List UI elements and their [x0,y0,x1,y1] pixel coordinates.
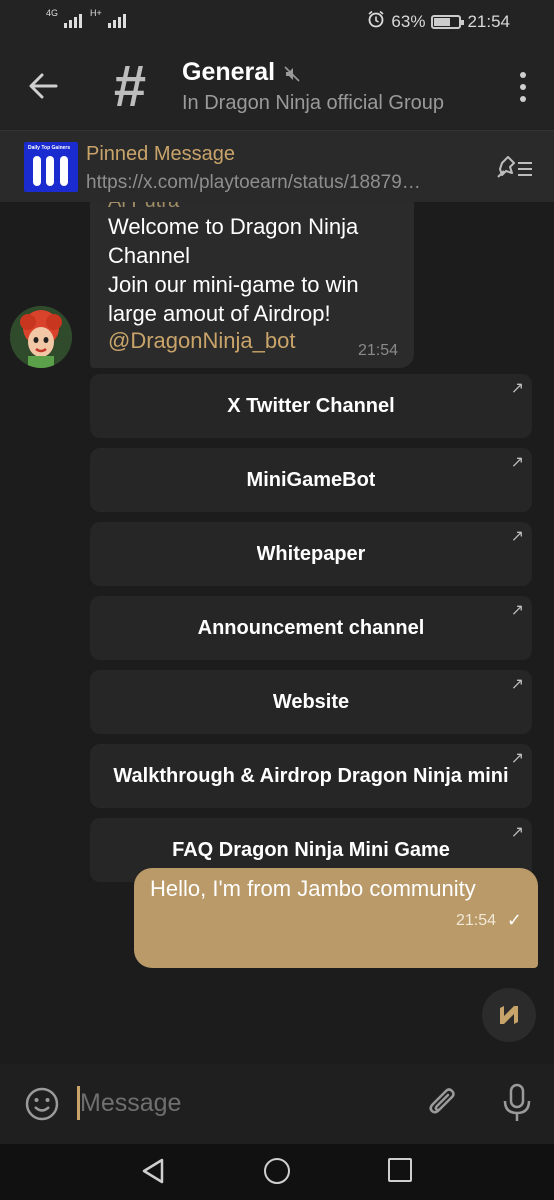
nav-home-icon[interactable] [264,1158,290,1184]
inline-keyboard-button-label: FAQ Dragon Ninja Mini Game [172,838,450,861]
pinned-label: Pinned Message [86,143,235,165]
more-options-icon[interactable] [518,72,528,102]
read-check-icon: ✓ [506,910,522,930]
external-link-icon: ↗ [510,824,524,841]
back-arrow-icon[interactable] [26,66,60,106]
incoming-message-bubble[interactable]: Al Putra Welcome to Dragon Ninja Channel… [90,202,414,368]
message-input[interactable] [80,1082,400,1124]
channel-hash-icon[interactable]: # [104,52,156,122]
bot-app-button[interactable] [482,988,536,1042]
network-type-label: 4G [46,8,59,18]
inline-keyboard-button-label: MiniGameBot [246,468,376,491]
pinned-thumbnail: Daily Top Gainers [24,142,78,192]
alarm-icon [367,10,385,33]
chat-header: # General In Dragon Ninja official Group [0,44,554,130]
inline-keyboard-button-label: Whitepaper [256,542,366,565]
pinned-message-bar[interactable]: Daily Top Gainers Pinned Message https:/… [0,130,554,202]
inline-keyboard-button-label: X Twitter Channel [227,394,395,417]
pinned-thumbnail-text: Daily Top Gainers [28,145,71,151]
sender-avatar[interactable] [10,306,72,368]
network-type-label: H+ [90,8,102,18]
chat-title[interactable]: General [182,58,275,87]
bot-logo-icon [500,1006,518,1024]
message-time: 21:54 [357,342,398,359]
microphone-icon[interactable] [500,1082,534,1124]
external-link-icon: ↗ [510,676,524,693]
inline-keyboard-button[interactable]: Walkthrough & Airdrop Dragon Ninja mini ↗ [90,744,532,808]
signal-icon: H+ [90,8,126,28]
muted-icon [283,65,301,83]
battery-icon [431,14,465,29]
message-input-bar [0,1064,554,1144]
inline-keyboard-button[interactable]: MiniGameBot ↗ [90,448,532,512]
pinned-url: https://x.com/playtoearn/status/18879… [86,172,421,193]
message-text: Hello, I'm from Jambo community [150,876,476,901]
external-link-icon: ↗ [510,380,524,397]
inline-keyboard-button[interactable]: Announcement channel ↗ [90,596,532,660]
inline-keyboard-button[interactable]: X Twitter Channel ↗ [90,374,532,438]
message-text: Welcome to Dragon Ninja Channel Join our… [108,214,359,326]
outgoing-message-bubble[interactable]: Hello, I'm from Jambo community 21:54 ✓ [134,868,538,968]
nav-back-icon[interactable] [140,1156,168,1186]
battery-percent: 63% [391,11,426,31]
attach-icon[interactable] [424,1084,462,1122]
external-link-icon: ↗ [510,750,524,767]
chat-area[interactable]: Al Putra Welcome to Dragon Ninja Channel… [0,202,554,1064]
external-link-icon: ↗ [510,454,524,471]
system-nav-bar [0,1144,554,1200]
bot-mention-link[interactable]: @DragonNinja_bot [108,328,295,354]
inline-keyboard-button[interactable]: Whitepaper ↗ [90,522,532,586]
chat-subtitle[interactable]: In Dragon Ninja official Group [182,92,444,115]
external-link-icon: ↗ [510,602,524,619]
external-link-icon: ↗ [510,528,524,545]
inline-keyboard-button-label: Walkthrough & Airdrop Dragon Ninja mini [113,764,509,787]
inline-keyboard-button-label: Website [272,690,350,713]
nav-recents-icon[interactable] [388,1158,412,1182]
signal-indicators: 4G H+ [46,8,126,28]
message-time: 21:54 [455,912,496,929]
inline-keyboard-button-label: Announcement channel [197,616,425,639]
signal-icon: 4G [46,8,82,28]
status-bar: 4G H+ 63% 21:54 [0,0,554,44]
clock: 21:54 [467,11,510,31]
inline-keyboard-button[interactable]: Website ↗ [90,670,532,734]
emoji-icon[interactable] [24,1086,60,1122]
pin-list-icon[interactable] [494,155,534,181]
